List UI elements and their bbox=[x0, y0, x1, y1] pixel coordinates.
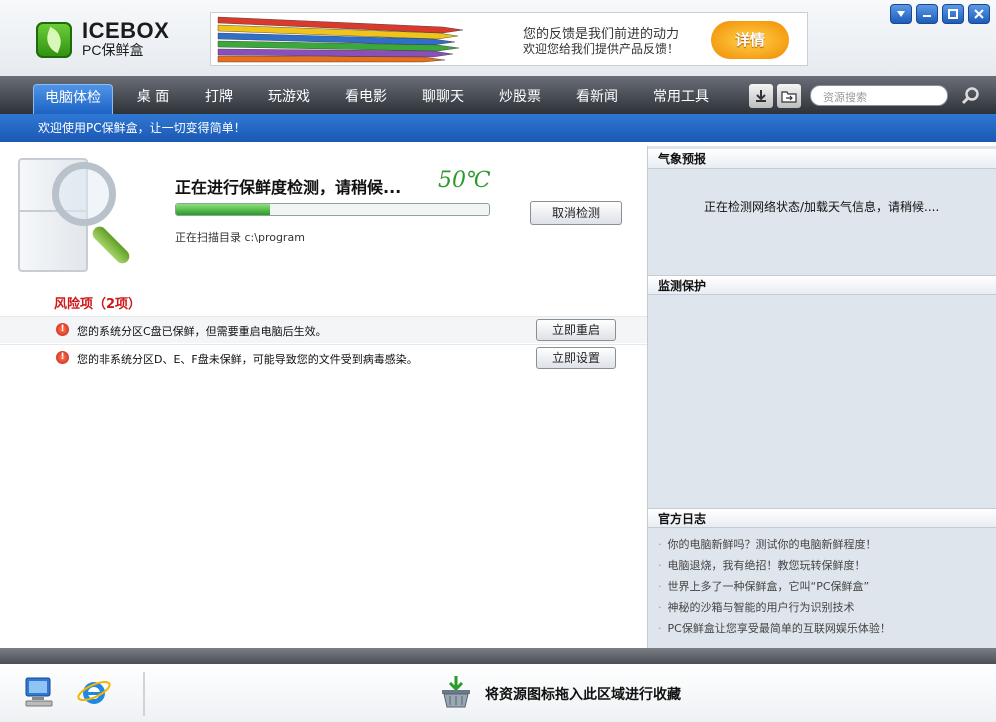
app-subtitle: PC保鲜盒 bbox=[82, 42, 144, 58]
tab-tools[interactable]: 常用工具 bbox=[643, 84, 719, 114]
risk-text: 您的系统分区C盘已保鲜，但需要重启电脑后生效。 bbox=[77, 325, 327, 338]
warning-icon: ! bbox=[56, 351, 69, 364]
favorites-dock: 将资源图标拖入此区域进行收藏 bbox=[0, 664, 996, 722]
folder-icon[interactable] bbox=[777, 84, 801, 108]
tab-news[interactable]: 看新闻 bbox=[566, 84, 628, 114]
tab-desktop[interactable]: 桌 面 bbox=[123, 84, 183, 114]
monitor-panel-title: 监测保护 bbox=[648, 275, 996, 295]
scan-progress-bar bbox=[175, 203, 490, 216]
risk-text: 您的非系统分区D、E、F盘未保鲜，可能导致您的文件受到病毒感染。 bbox=[77, 353, 418, 366]
setup-now-button[interactable]: 立即设置 bbox=[536, 347, 616, 369]
pencils-image bbox=[217, 16, 464, 63]
tab-games[interactable]: 玩游戏 bbox=[258, 84, 320, 114]
computer-icon[interactable] bbox=[22, 674, 58, 710]
tab-movies[interactable]: 看电影 bbox=[335, 84, 397, 114]
blog-link[interactable]: 世界上多了一种保鲜盒，它叫“PC保鲜盒” bbox=[658, 576, 891, 597]
feedback-banner[interactable]: 您的反馈是我们前进的动力 欢迎您给我们提供产品反馈！ 详情 bbox=[210, 12, 808, 66]
resource-search-input[interactable]: 资源搜索 bbox=[810, 85, 948, 106]
tab-cards[interactable]: 打牌 bbox=[193, 84, 245, 114]
scan-path: 正在扫描目录 c:\program bbox=[175, 229, 365, 243]
side-panels: 气象预报 正在检测网络状态/加载天气信息，请稍候.... 监测保护 官方日志 你… bbox=[647, 146, 996, 648]
ie-browser-icon[interactable] bbox=[76, 674, 112, 710]
blog-link[interactable]: 神秘的沙箱与智能的用户行为识别技术 bbox=[658, 597, 891, 618]
maximize-icon[interactable] bbox=[942, 4, 964, 24]
restart-now-button[interactable]: 立即重启 bbox=[536, 319, 616, 341]
main-nav: 电脑体检 桌 面 打牌 玩游戏 看电影 聊聊天 炒股票 看新闻 常用工具 资源搜… bbox=[0, 76, 996, 114]
drop-zone-text: 将资源图标拖入此区域进行收藏 bbox=[485, 687, 681, 703]
header: ICEBOX PC保鲜盒 您的反馈是我们前进的动力 欢迎您给我们提供产品反馈！ … bbox=[0, 0, 996, 76]
scan-path-value: c:\program bbox=[244, 231, 305, 243]
tab-pc-checkup[interactable]: 电脑体检 bbox=[33, 84, 113, 114]
tab-stocks[interactable]: 炒股票 bbox=[489, 84, 551, 114]
welcome-bar: 欢迎使用PC保鲜盒，让一切变得简单！ bbox=[0, 114, 996, 142]
banner-subline: 欢迎您给我们提供产品反馈！ bbox=[523, 42, 680, 56]
blog-link[interactable]: 你的电脑新鲜吗？测试你的电脑新鲜程度！ bbox=[658, 534, 891, 555]
minimize-icon[interactable] bbox=[916, 4, 938, 24]
search-icon[interactable] bbox=[956, 82, 986, 110]
blog-panel-title: 官方日志 bbox=[648, 508, 996, 528]
scan-progress-fill bbox=[176, 204, 270, 215]
temperature-readout: 50℃ bbox=[438, 168, 491, 193]
banner-details-button[interactable]: 详情 bbox=[711, 21, 789, 59]
risk-title: 风险项（2项） bbox=[54, 297, 142, 312]
footer-strip bbox=[0, 648, 996, 664]
blog-link[interactable]: 电脑退烧，我有绝招！教您玩转保鲜度！ bbox=[658, 555, 891, 576]
menu-icon[interactable] bbox=[890, 4, 912, 24]
download-basket-icon bbox=[442, 676, 470, 708]
checkup-panel: 正在进行保鲜度检测，请稍候... 50℃ 取消检测 正在扫描目录 c:\prog… bbox=[0, 146, 647, 648]
weather-panel-title: 气象预报 bbox=[648, 149, 996, 169]
risk-item: ! 您的非系统分区D、E、F盘未保鲜，可能导致您的文件受到病毒感染。 立即设置 bbox=[0, 344, 647, 371]
scan-status-title: 正在进行保鲜度检测，请稍候... bbox=[175, 178, 402, 197]
dock-divider bbox=[143, 672, 145, 716]
risk-item: ! 您的系统分区C盘已保鲜，但需要重启电脑后生效。 立即重启 bbox=[0, 316, 647, 343]
app-logo-icon bbox=[36, 22, 72, 58]
download-icon[interactable] bbox=[749, 84, 773, 108]
weather-status: 正在检测网络状态/加载天气信息，请稍候.... bbox=[704, 200, 940, 214]
cancel-scan-button[interactable]: 取消检测 bbox=[530, 201, 622, 225]
tab-chat[interactable]: 聊聊天 bbox=[412, 84, 474, 114]
window-controls bbox=[890, 4, 990, 24]
warning-icon: ! bbox=[56, 323, 69, 336]
scan-path-label: 正在扫描目录 bbox=[175, 231, 241, 243]
close-icon[interactable] bbox=[968, 4, 990, 24]
blog-list: 你的电脑新鲜吗？测试你的电脑新鲜程度！ 电脑退烧，我有绝招！教您玩转保鲜度！ 世… bbox=[658, 534, 891, 639]
blog-link[interactable]: PC保鲜盒让您享受最简单的互联网娱乐体验！ bbox=[658, 618, 891, 639]
